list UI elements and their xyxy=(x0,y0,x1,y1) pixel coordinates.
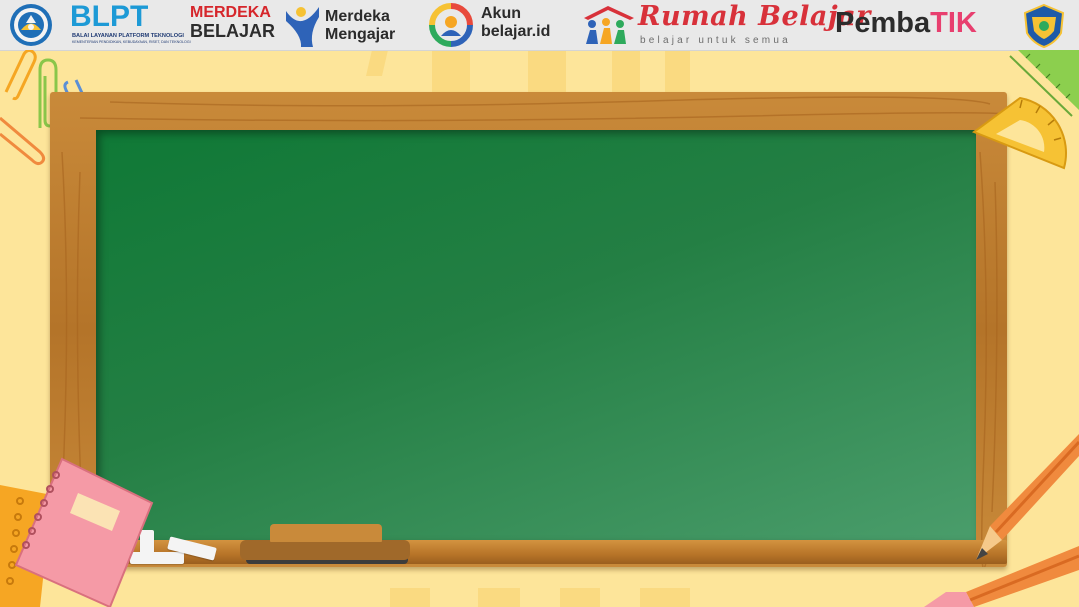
merdeka-belajar-logo: MERDEKA BELAJAR xyxy=(190,0,275,50)
logo-header: BLPT BALAI LAYANAN PLATFORM TEKNOLOGI KE… xyxy=(0,0,1079,51)
akun-belajar-logo: Akun belajar.id xyxy=(428,0,568,50)
notebook-group xyxy=(0,457,154,607)
pembatik-part2: TIK xyxy=(930,7,977,39)
rumah-belajar-subtitle: belajar untuk semua xyxy=(640,35,791,46)
blpt-title: BLPT xyxy=(70,0,149,33)
pembatik-logo: PembaTIK xyxy=(835,0,1005,50)
merdeka-mengajar-logo: Merdeka Mengajar xyxy=(283,0,413,50)
pembatik-wordmark: PembaTIK xyxy=(835,6,977,40)
merdeka-belajar-line1: MERDEKA xyxy=(190,4,271,21)
rumah-belajar-figures-icon xyxy=(584,6,634,44)
chalkboard xyxy=(96,130,976,540)
akun-belajar-line2: belajar.id xyxy=(481,23,551,40)
slide-canvas: BLPT BALAI LAYANAN PLATFORM TEKNOLOGI KE… xyxy=(0,0,1079,607)
protractor-icon xyxy=(971,96,1067,170)
blpt-logo: BLPT BALAI LAYANAN PLATFORM TEKNOLOGI KE… xyxy=(70,0,191,50)
merdeka-mengajar-line1: Merdeka xyxy=(325,8,390,25)
merdeka-belajar-line2: BELAJAR xyxy=(190,21,276,41)
chalkboard-frame xyxy=(50,92,1007,567)
blpt-subtitle: BALAI LAYANAN PLATFORM TEKNOLOGI xyxy=(72,33,184,39)
rumah-belajar-logo: Rumah Belajar belajar untuk semua xyxy=(580,0,870,50)
pencil-group xyxy=(924,434,1079,607)
paperclip-icon xyxy=(0,116,46,166)
pencil-icon xyxy=(976,434,1079,560)
ruler-protractor-group xyxy=(971,50,1079,170)
akun-belajar-ring-icon xyxy=(429,3,473,47)
eraser-icon xyxy=(240,540,410,560)
merdeka-mengajar-line2: Mengajar xyxy=(325,26,396,43)
pencil-icon xyxy=(924,546,1079,607)
pembatik-part1: Pemba xyxy=(835,7,931,39)
blpt-tagline: KEMENTERIAN PENDIDIKAN, KEBUDAYAAN, RISE… xyxy=(72,40,191,44)
akun-belajar-line1: Akun xyxy=(481,5,521,22)
regional-crest-icon xyxy=(1021,3,1065,49)
eraser-handle xyxy=(270,524,382,542)
merdeka-mengajar-figure-icon xyxy=(286,7,319,47)
paperclip-icon xyxy=(4,50,37,101)
tut-wuri-handayani-emblem-icon xyxy=(9,3,53,47)
